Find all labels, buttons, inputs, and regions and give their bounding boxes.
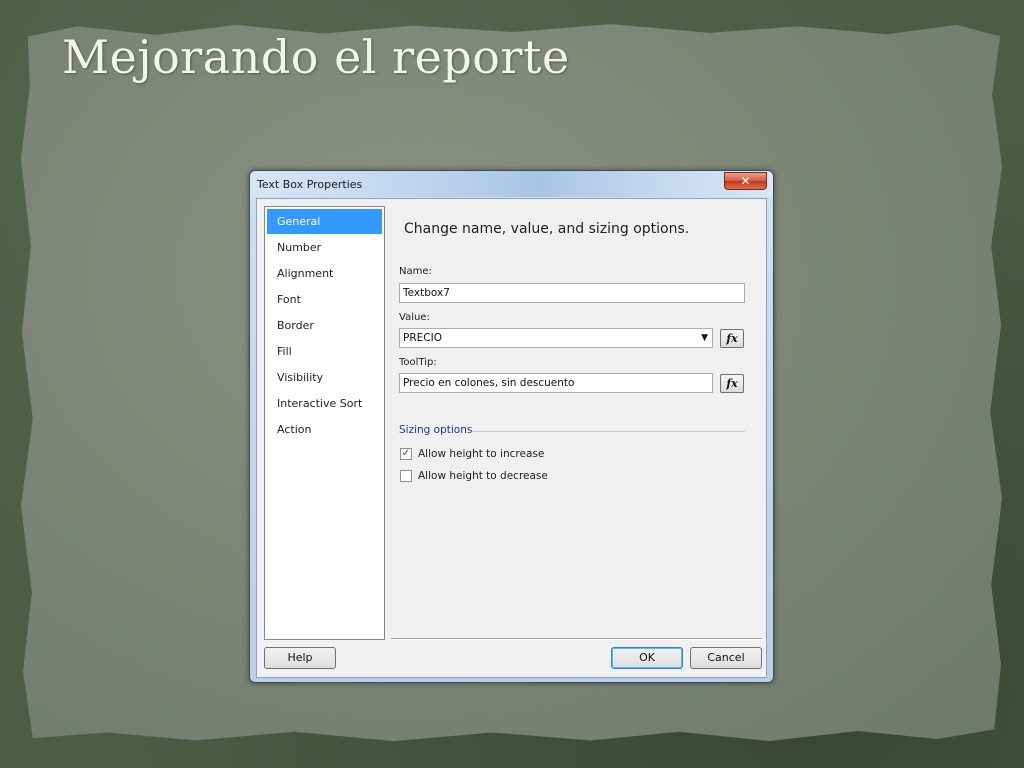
chevron-down-icon[interactable]: ▼ bbox=[701, 333, 708, 343]
nav-item-font[interactable]: Font bbox=[267, 287, 382, 312]
nav-item-number[interactable]: Number bbox=[267, 235, 382, 260]
group-divider bbox=[472, 431, 745, 432]
close-icon: ✕ bbox=[740, 174, 751, 188]
allow-increase-label[interactable]: Allow height to increase bbox=[418, 448, 544, 460]
properties-nav-list: General Number Alignment Font Border Fil… bbox=[264, 206, 385, 640]
dialog-titlebar[interactable]: Text Box Properties ✕ bbox=[250, 171, 773, 197]
tooltip-input[interactable]: Precio en colones, sin descuento bbox=[399, 373, 713, 393]
ok-button[interactable]: OK bbox=[611, 647, 683, 669]
nav-item-general[interactable]: General bbox=[267, 209, 382, 234]
text-box-properties-dialog: Text Box Properties ✕ General Number Ali… bbox=[249, 170, 774, 683]
checkmark-icon: ✓ bbox=[401, 448, 411, 459]
value-label: Value: bbox=[399, 312, 430, 323]
dialog-client-area: General Number Alignment Font Border Fil… bbox=[256, 198, 767, 678]
allow-decrease-checkbox[interactable] bbox=[400, 470, 412, 482]
allow-decrease-label[interactable]: Allow height to decrease bbox=[418, 470, 548, 482]
close-button[interactable]: ✕ bbox=[724, 172, 767, 190]
nav-item-border[interactable]: Border bbox=[267, 313, 382, 338]
value-dropdown[interactable]: PRECIO ▼ bbox=[399, 328, 713, 348]
allow-increase-checkbox[interactable]: ✓ bbox=[400, 448, 412, 460]
help-button[interactable]: Help bbox=[264, 647, 336, 669]
nav-item-alignment[interactable]: Alignment bbox=[267, 261, 382, 286]
value-dropdown-text: PRECIO bbox=[403, 332, 442, 344]
nav-item-visibility[interactable]: Visibility bbox=[267, 365, 382, 390]
cancel-button[interactable]: Cancel bbox=[690, 647, 762, 669]
slide-title: Mejorando el reporte bbox=[62, 30, 570, 84]
fx-icon: fx bbox=[726, 332, 738, 345]
section-heading: Change name, value, and sizing options. bbox=[404, 221, 690, 237]
sizing-options-group-label: Sizing options bbox=[399, 424, 473, 436]
tooltip-expression-button[interactable]: fx bbox=[720, 374, 744, 393]
value-expression-button[interactable]: fx bbox=[720, 329, 744, 348]
fx-icon: fx bbox=[726, 377, 738, 390]
name-input[interactable]: Textbox7 bbox=[399, 283, 745, 303]
nav-item-interactive-sort[interactable]: Interactive Sort bbox=[267, 391, 382, 416]
dialog-title: Text Box Properties bbox=[257, 178, 363, 191]
footer-separator bbox=[391, 638, 762, 639]
name-label: Name: bbox=[399, 266, 432, 277]
tooltip-label: ToolTip: bbox=[399, 357, 437, 368]
nav-item-action[interactable]: Action bbox=[267, 417, 382, 442]
nav-item-fill[interactable]: Fill bbox=[267, 339, 382, 364]
